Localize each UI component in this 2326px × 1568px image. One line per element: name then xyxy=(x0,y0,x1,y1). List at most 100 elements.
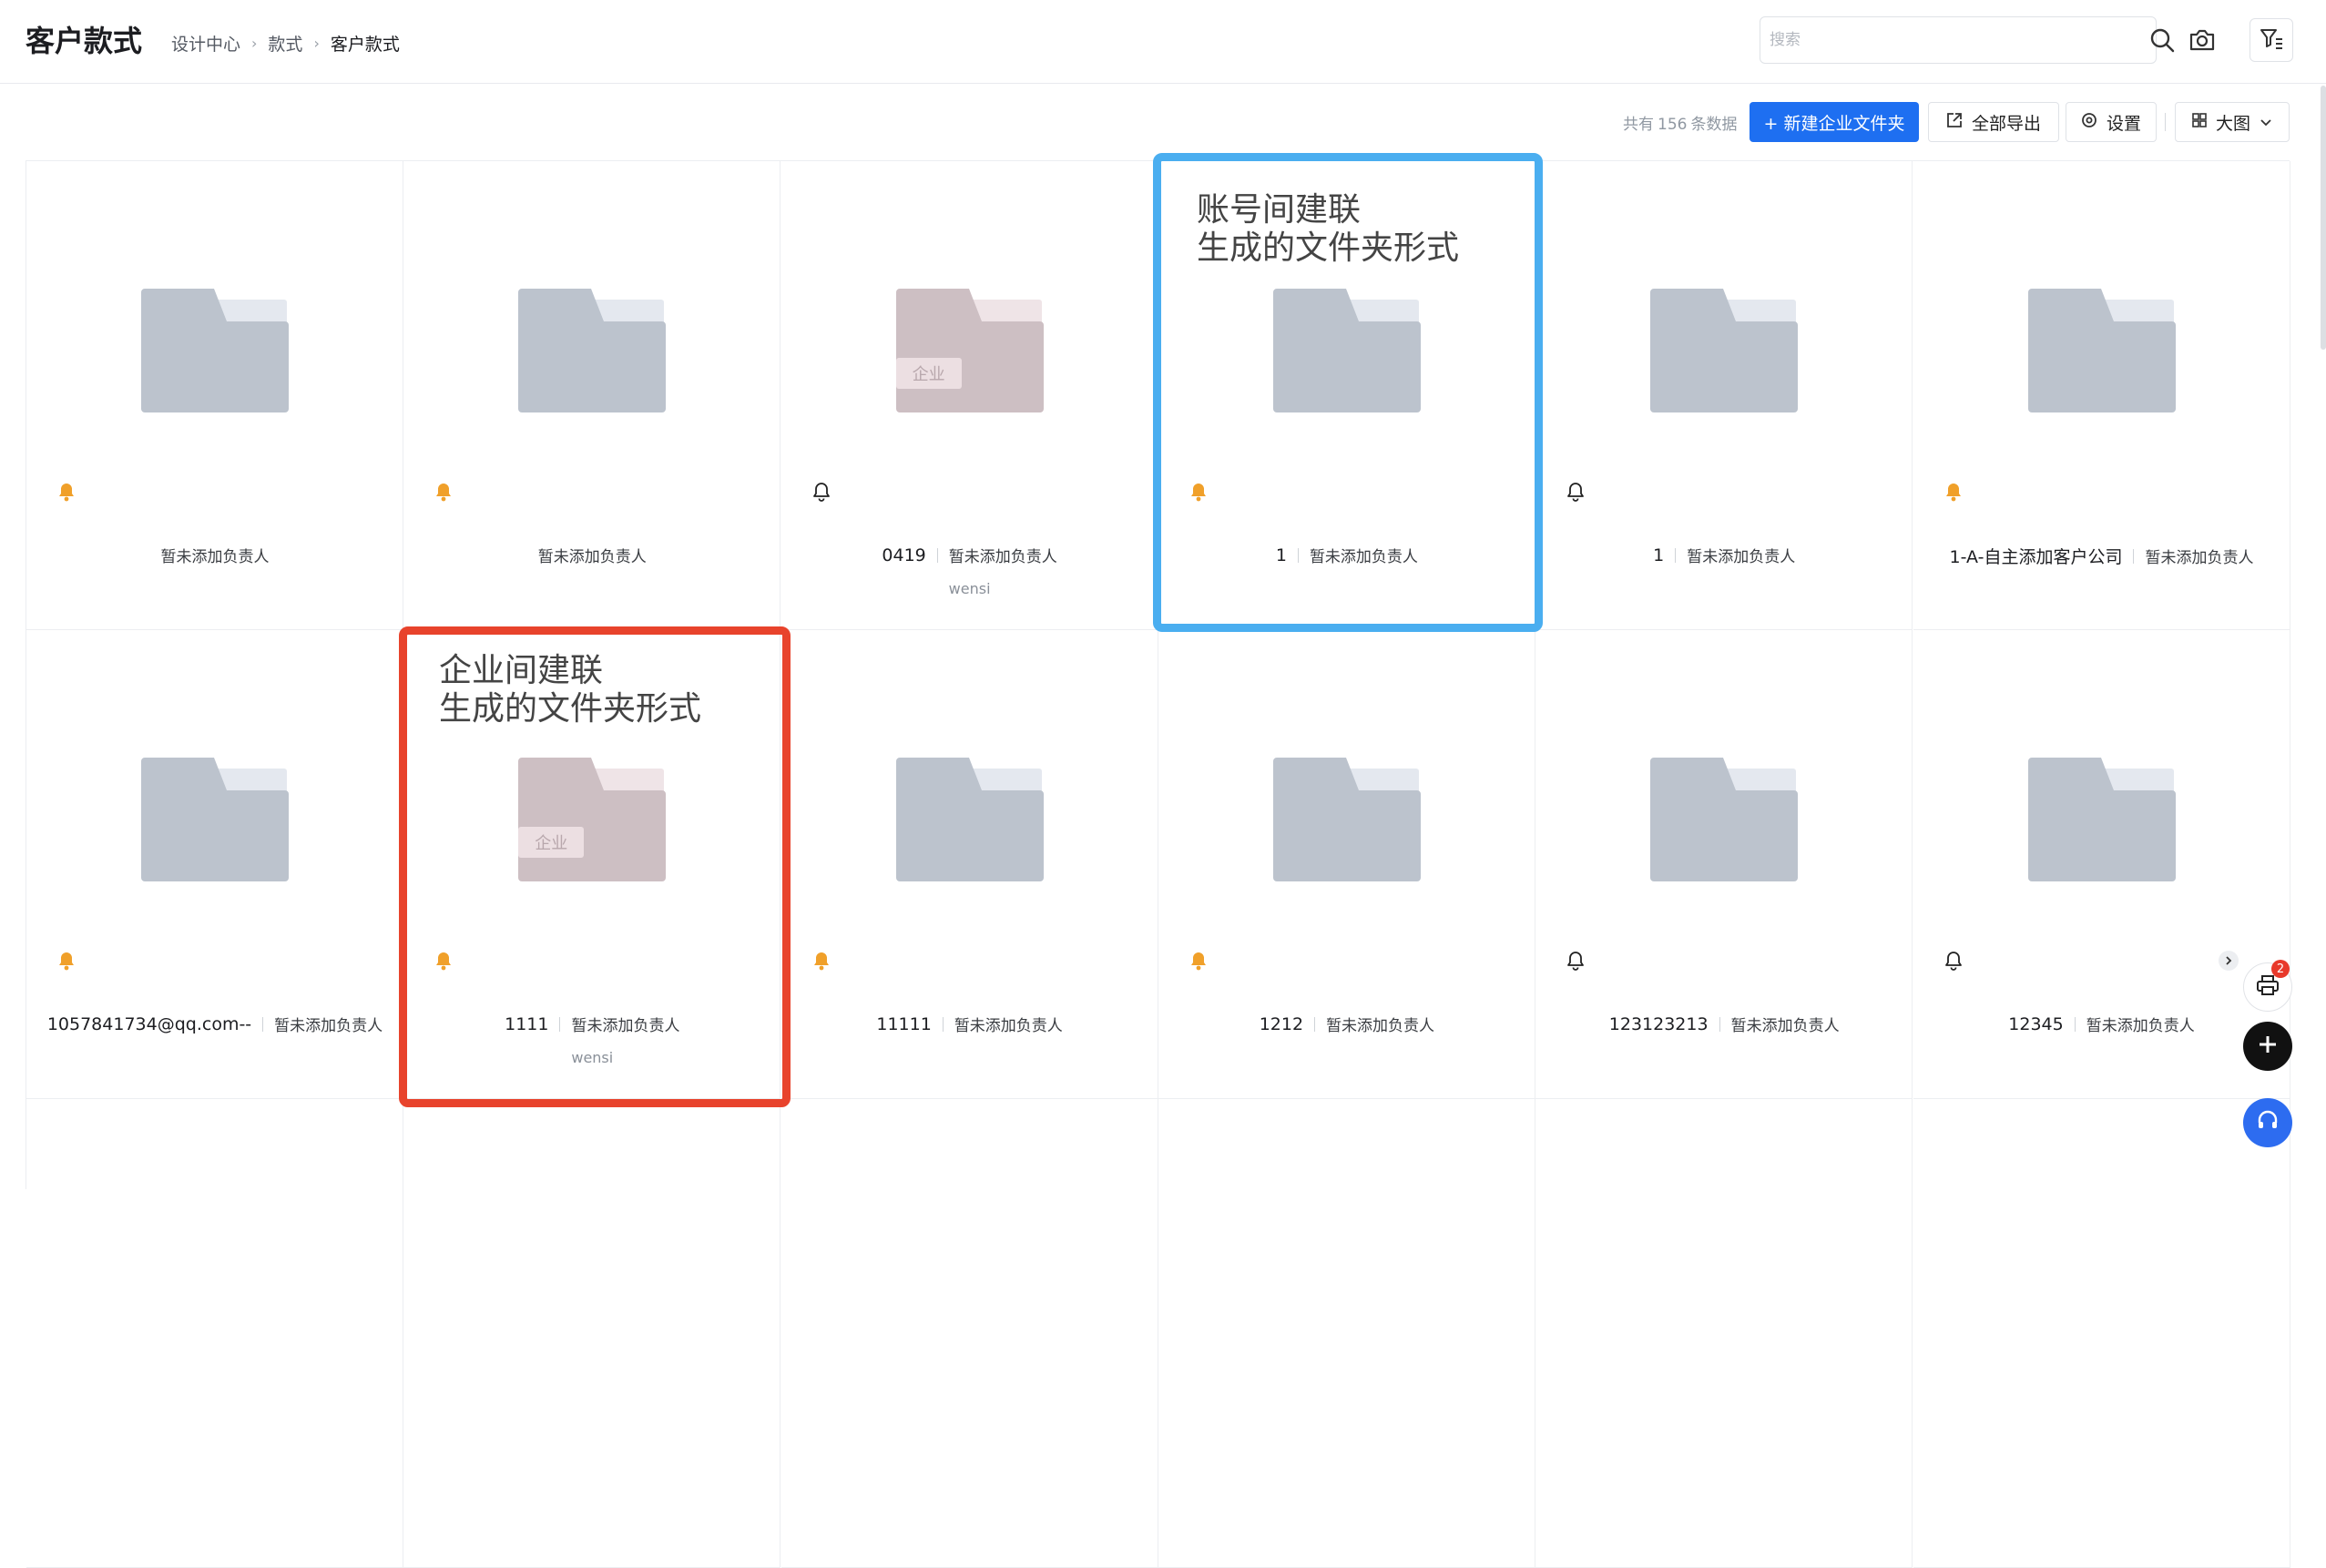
view-mode-select[interactable]: 大图 xyxy=(2175,102,2290,142)
bell-icon[interactable] xyxy=(57,482,76,505)
folder-name: 1 xyxy=(1653,545,1665,565)
filter-button[interactable] xyxy=(2249,18,2293,62)
search-input[interactable] xyxy=(1770,25,2070,56)
customer-service-button[interactable] xyxy=(2243,1098,2292,1147)
plus-icon xyxy=(2257,1033,2279,1059)
folder-card[interactable]: 暂未添加负责人 xyxy=(403,161,781,630)
folder-owner: 暂未添加负责人 xyxy=(954,1017,1063,1035)
chevron-down-icon xyxy=(2260,112,2272,132)
folder-card[interactable]: 12345 暂未添加负责人 xyxy=(1913,630,2290,1099)
enterprise-tag: 企业 xyxy=(895,358,962,389)
folder-owner: 暂未添加负责人 xyxy=(1687,548,1796,566)
folder-card[interactable]: 1 暂未添加负责人 xyxy=(1535,161,1913,630)
folder-name: 1057841734@qq.com-- xyxy=(46,1013,252,1034)
settings-button[interactable]: 设置 xyxy=(2066,102,2157,142)
breadcrumb: 设计中心 › 款式 › 客户款式 xyxy=(171,31,400,56)
folder-card-placeholder[interactable] xyxy=(1535,1099,1913,1568)
folder-card-placeholder[interactable] xyxy=(1158,1099,1535,1568)
folder-name: 12345 xyxy=(2008,1013,2064,1034)
bell-icon[interactable] xyxy=(1944,951,1963,974)
filter-icon xyxy=(2260,26,2283,54)
meta-divider xyxy=(1675,547,1677,563)
printer-icon xyxy=(2256,974,2280,1000)
bell-icon[interactable] xyxy=(812,951,831,974)
folder-card-placeholder[interactable] xyxy=(1913,1099,2290,1568)
folder-card[interactable]: 1212 暂未添加负责人 xyxy=(1158,630,1535,1099)
search-box xyxy=(1760,16,2157,64)
folder-card-placeholder[interactable] xyxy=(780,1099,1158,1568)
bell-icon[interactable] xyxy=(57,951,76,974)
record-count: 共有 156 条数据 xyxy=(1623,111,1737,134)
meta-divider xyxy=(1314,1016,1316,1032)
chevron-right-icon: › xyxy=(313,35,320,52)
folder-owner: 暂未添加负责人 xyxy=(2145,549,2254,567)
enterprise-link-note-line1: 企业间建联 xyxy=(439,652,604,689)
folder-name: 123123213 xyxy=(1608,1013,1709,1034)
header: 客户款式 设计中心 › 款式 › 客户款式 xyxy=(0,0,2326,84)
breadcrumb-design-center[interactable]: 设计中心 xyxy=(171,31,240,56)
toolbar-divider xyxy=(2165,113,2166,131)
enterprise-link-note-line2: 生成的文件夹形式 xyxy=(439,690,702,728)
search-icon[interactable] xyxy=(2146,24,2178,56)
folder-icon xyxy=(895,758,1044,881)
folder-icon xyxy=(2027,289,2176,412)
scrollbar[interactable] xyxy=(2321,86,2326,350)
folder-card[interactable]: 1057841734@qq.com-- 暂未添加负责人 xyxy=(26,630,403,1099)
folder-icon xyxy=(1650,289,1799,412)
folder-card[interactable]: 1-A-自主添加客户公司 暂未添加负责人 xyxy=(1913,161,2290,630)
folder-card-placeholder[interactable] xyxy=(403,1099,781,1568)
folder-name: 1-A-自主添加客户公司 xyxy=(1949,547,2123,567)
bell-icon[interactable] xyxy=(812,482,831,505)
meta-divider xyxy=(1719,1016,1720,1032)
count-number: 156 xyxy=(1658,116,1688,134)
folder-name: 1212 xyxy=(1259,1013,1304,1034)
folder-card[interactable]: 11111 暂未添加负责人 xyxy=(780,630,1158,1099)
count-suffix: 条数据 xyxy=(1690,116,1738,134)
new-enterprise-folder-button[interactable]: + 新建企业文件夹 xyxy=(1750,102,1919,142)
folder-name: 0419 xyxy=(882,545,926,565)
settings-label: 设置 xyxy=(2106,113,2141,134)
folder-card-placeholder[interactable] xyxy=(26,1099,403,1568)
bell-icon[interactable] xyxy=(1566,482,1585,505)
folder-owner: 暂未添加负责人 xyxy=(948,548,1057,566)
folder-owner: 暂未添加负责人 xyxy=(160,548,270,566)
chevron-right-icon[interactable] xyxy=(2219,951,2239,971)
folder-meta: 123123213 暂未添加负责人 xyxy=(1535,1013,1913,1036)
bell-icon[interactable] xyxy=(1944,482,1963,505)
folder-icon xyxy=(1650,758,1799,881)
export-icon xyxy=(1946,112,1963,133)
bell-icon[interactable] xyxy=(434,482,453,505)
folder-owner: 暂未添加负责人 xyxy=(2086,1017,2195,1035)
folder-owner: 暂未添加负责人 xyxy=(1730,1017,1840,1035)
headset-icon xyxy=(2256,1109,2280,1136)
add-button[interactable] xyxy=(2243,1022,2292,1071)
folder-card[interactable]: 企业 0419 暂未添加负责人 wensi xyxy=(780,161,1158,630)
export-label: 全部导出 xyxy=(1971,113,2041,134)
bell-icon[interactable] xyxy=(1566,951,1585,974)
folder-card[interactable]: 暂未添加负责人 xyxy=(26,161,403,630)
count-prefix: 共有 xyxy=(1623,116,1654,134)
account-link-note-line1: 账号间建联 xyxy=(1197,191,1362,229)
folder-meta: 0419 暂未添加负责人 xyxy=(781,544,1158,567)
page-title: 客户款式 xyxy=(26,24,143,58)
meta-divider xyxy=(936,547,938,563)
folder-creator: wensi xyxy=(948,580,991,597)
meta-divider xyxy=(2074,1016,2076,1032)
account-link-note: 账号间建联 生成的文件夹形式 xyxy=(1197,191,1459,268)
grid-view-icon xyxy=(2192,112,2207,132)
export-all-button[interactable]: 全部导出 xyxy=(1928,102,2059,142)
breadcrumb-styles[interactable]: 款式 xyxy=(268,31,302,56)
chevron-right-icon: › xyxy=(251,35,258,52)
folder-card[interactable]: 123123213 暂未添加负责人 xyxy=(1535,630,1913,1099)
breadcrumb-customer-styles: 客户款式 xyxy=(330,35,400,55)
camera-icon[interactable] xyxy=(2186,24,2219,56)
meta-divider xyxy=(262,1016,264,1032)
folder-icon xyxy=(518,289,667,412)
bell-icon[interactable] xyxy=(1189,951,1208,974)
folder-meta: 暂未添加负责人 xyxy=(26,544,403,566)
account-link-note-line2: 生成的文件夹形式 xyxy=(1197,229,1460,267)
folder-meta: 12345 暂未添加负责人 xyxy=(1913,1013,2290,1036)
print-count-badge: 2 xyxy=(2271,960,2290,978)
meta-divider xyxy=(942,1016,944,1032)
folder-meta: 1 暂未添加负责人 xyxy=(1535,544,1913,567)
